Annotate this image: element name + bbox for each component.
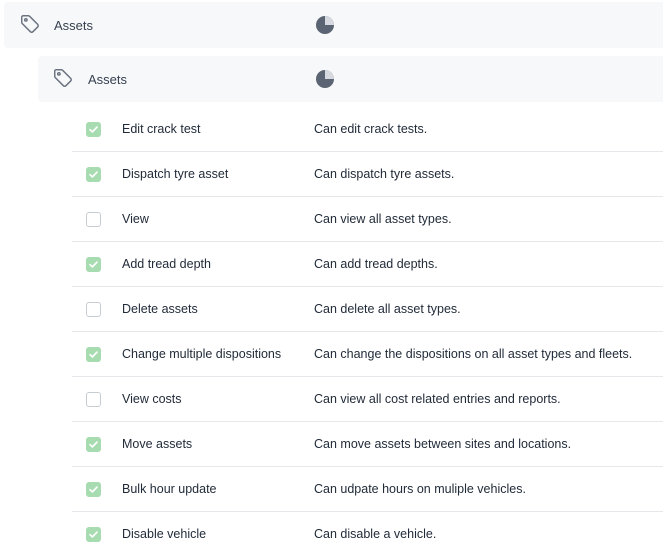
permission-description: Can change the dispositions on all asset… (314, 347, 633, 361)
permission-checkbox[interactable] (86, 167, 101, 182)
permission-name: Disable vehicle (122, 527, 207, 541)
subgroup-label: Assets (88, 72, 128, 87)
permission-row: Bulk hour update Can udpate hours on mul… (72, 467, 663, 512)
permission-checkbox[interactable] (86, 257, 101, 272)
permission-description: Can dispatch tyre assets. (314, 167, 455, 181)
permission-description: Can move assets between sites and locati… (314, 437, 572, 451)
permission-name: View costs (122, 392, 182, 406)
permission-name: View (122, 212, 149, 226)
permission-row: View Can view all asset types. (72, 197, 663, 242)
permission-name: Edit crack test (122, 122, 201, 136)
permission-description: Can view all cost related entries and re… (314, 392, 561, 406)
tag-icon (52, 67, 74, 89)
checkmark-icon (89, 261, 98, 268)
permission-checkbox[interactable] (86, 122, 101, 137)
permission-checkbox[interactable] (86, 392, 101, 407)
permission-row: Move assets Can move assets between site… (72, 422, 663, 467)
permission-checkbox[interactable] (86, 212, 101, 227)
permission-description: Can disable a vehicle. (314, 527, 437, 541)
permission-checkbox[interactable] (86, 347, 101, 362)
permissions-panel: Assets Assets Edit crack test Can edit c… (0, 0, 663, 551)
permission-row: Disable vehicle Can disable a vehicle. (72, 512, 663, 551)
permission-description: Can delete all asset types. (314, 302, 461, 316)
permission-row: View costs Can view all cost related ent… (72, 377, 663, 422)
permission-name: Delete assets (122, 302, 198, 316)
permission-row: Delete assets Can delete all asset types… (72, 287, 663, 332)
permission-checkbox[interactable] (86, 482, 101, 497)
tag-icon (19, 13, 41, 35)
permission-list: Edit crack test Can edit crack tests. Di… (72, 107, 663, 551)
permission-name: Move assets (122, 437, 193, 451)
permission-row: Dispatch tyre asset Can dispatch tyre as… (72, 152, 663, 197)
group-label: Assets (54, 18, 94, 33)
group-row-assets[interactable]: Assets (4, 2, 663, 48)
permission-row: Add tread depth Can add tread depths. (72, 242, 663, 287)
permission-name: Change multiple dispositions (122, 347, 282, 361)
permission-checkbox[interactable] (86, 437, 101, 452)
pie-chart-icon (315, 69, 335, 89)
permission-name: Add tread depth (122, 257, 211, 271)
checkmark-icon (89, 171, 98, 178)
checkmark-icon (89, 126, 98, 133)
permission-description: Can udpate hours on muliple vehicles. (314, 482, 526, 496)
pie-chart-icon (315, 15, 335, 35)
permission-name: Bulk hour update (122, 482, 217, 496)
permission-description: Can edit crack tests. (314, 122, 428, 136)
permission-name: Dispatch tyre asset (122, 167, 229, 181)
permission-description: Can add tread depths. (314, 257, 438, 271)
permission-description: Can view all asset types. (314, 212, 452, 226)
permission-checkbox[interactable] (86, 527, 101, 542)
subgroup-row-assets[interactable]: Assets (38, 56, 663, 102)
permission-row: Change multiple dispositions Can change … (72, 332, 663, 377)
permission-row: Edit crack test Can edit crack tests. (72, 107, 663, 152)
checkmark-icon (89, 486, 98, 493)
checkmark-icon (89, 531, 98, 538)
checkmark-icon (89, 441, 98, 448)
permission-checkbox[interactable] (86, 302, 101, 317)
checkmark-icon (89, 351, 98, 358)
